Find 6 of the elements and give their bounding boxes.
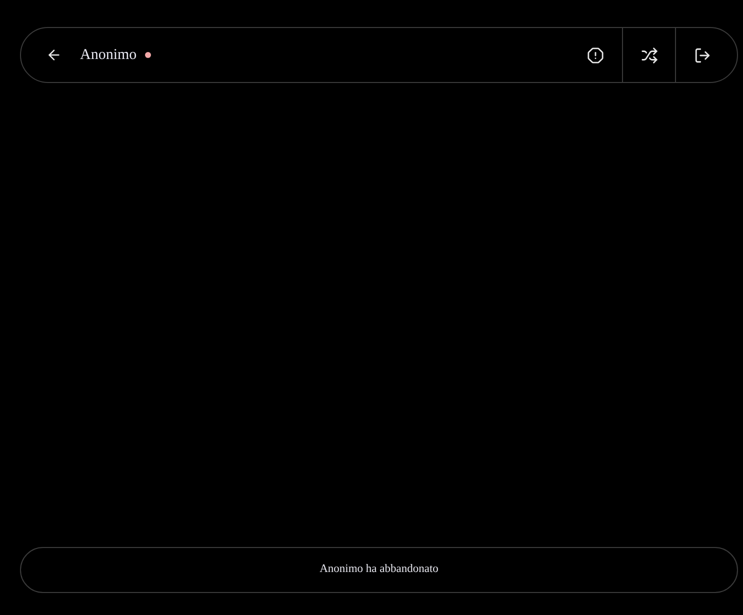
back-icon (46, 47, 62, 63)
shuffle-icon (640, 46, 658, 64)
alert-icon (587, 46, 604, 64)
logout-icon (694, 46, 710, 64)
partner-name: Anonimo (80, 46, 137, 65)
notice-text: Anonimo ha abbandonato (320, 562, 438, 578)
